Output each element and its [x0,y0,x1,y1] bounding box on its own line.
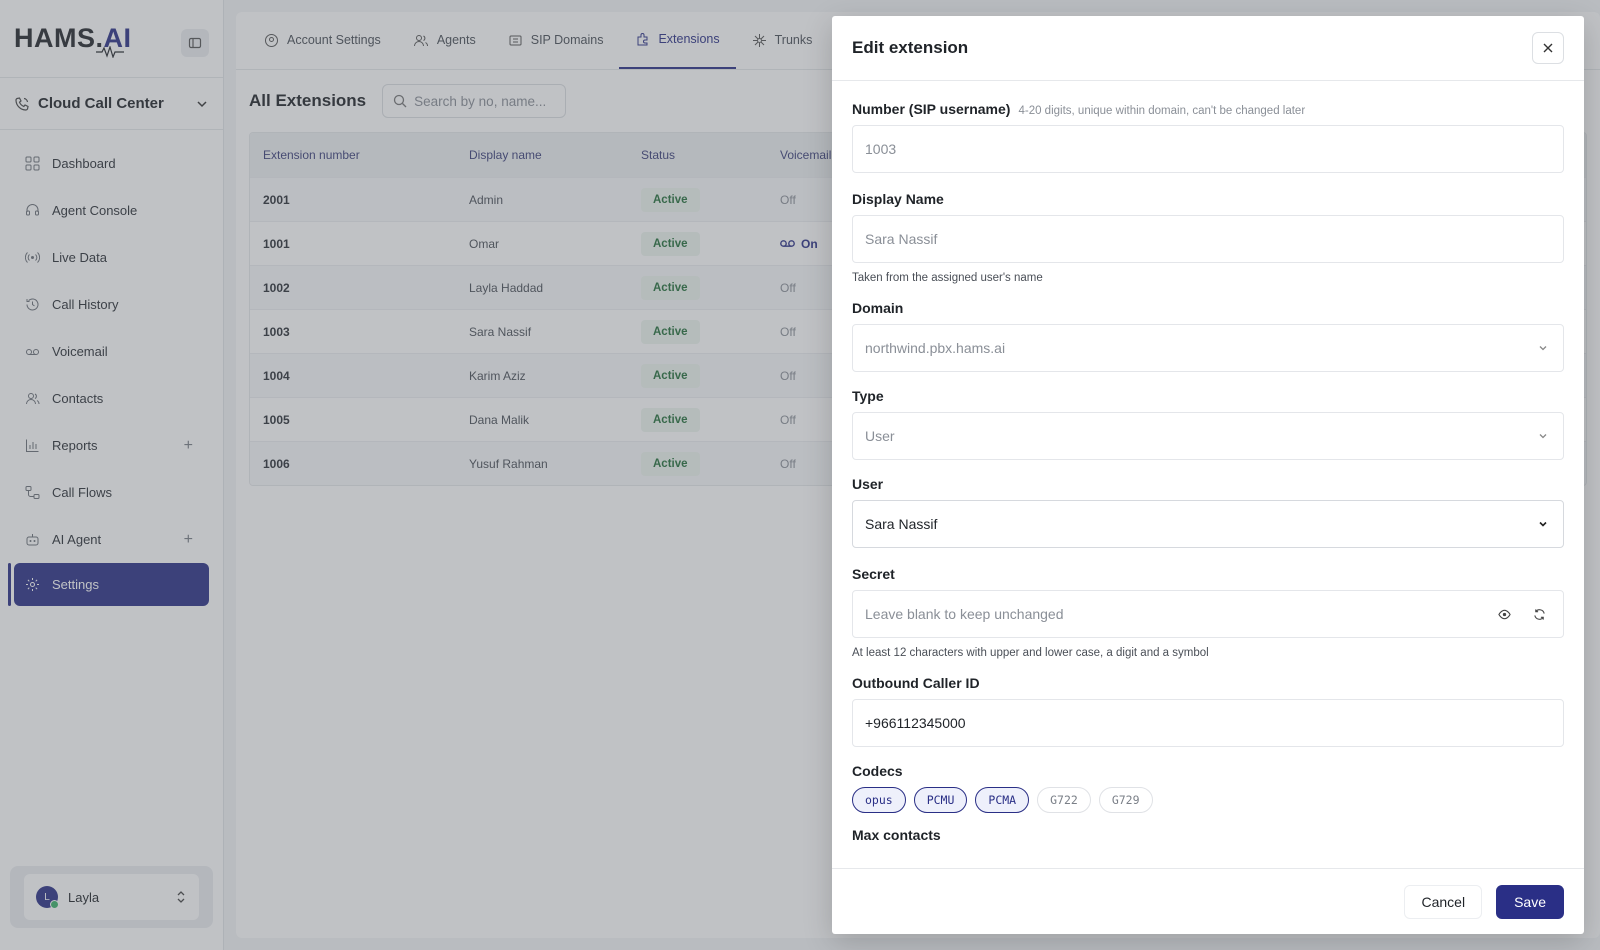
caller-id-field[interactable]: +966112345000 [852,699,1564,747]
user-value: Sara Nassif [865,516,938,532]
type-label: Type [852,388,884,404]
display-name-label: Display Name [852,191,944,207]
type-field-group: Type User [852,388,1564,460]
caller-id-field-group: Outbound Caller ID +966112345000 [852,675,1564,747]
number-field-group: Number (SIP username) 4-20 digits, uniqu… [852,101,1564,173]
save-button[interactable]: Save [1496,884,1564,919]
number-hint: 4-20 digits, unique within domain, can't… [1018,105,1306,117]
caller-id-label: Outbound Caller ID [852,675,980,691]
max-contacts-field-group: Max contacts [852,827,1564,843]
display-name-field: Sara Nassif [852,215,1564,263]
display-name-field-group: Display Name Sara Nassif Taken from the … [852,191,1564,284]
codec-chip-pcmu[interactable]: PCMU [913,787,968,813]
type-select[interactable]: User [852,412,1564,460]
user-field-group: User Sara Nassif [852,476,1564,548]
edit-extension-drawer: Edit extension Number (SIP username) 4-2… [832,16,1584,934]
eye-icon[interactable] [1498,608,1511,621]
close-icon [1543,43,1553,53]
codec-chip-pcma[interactable]: PCMA [975,787,1030,813]
chevron-down-icon [1539,346,1547,351]
domain-select[interactable]: northwind.pbx.hams.ai [852,324,1564,372]
number-value: 1003 [865,141,897,157]
max-contacts-label: Max contacts [852,827,941,843]
domain-field-group: Domain northwind.pbx.hams.ai [852,300,1564,372]
drawer-form: Number (SIP username) 4-20 digits, uniqu… [832,81,1584,868]
codecs-list: opus PCMU PCMA G722 G729 [852,787,1564,813]
secret-placeholder: Leave blank to keep unchanged [865,606,1064,622]
cancel-button[interactable]: Cancel [1404,884,1483,919]
type-value: User [865,428,895,444]
display-name-value: Sara Nassif [865,231,938,247]
drawer-title: Edit extension [852,38,969,57]
codecs-label: Codecs [852,763,903,779]
number-field: 1003 [852,125,1564,173]
codec-chip-opus[interactable]: opus [852,787,906,813]
chevron-down-icon [1539,521,1547,527]
domain-label: Domain [852,300,904,316]
user-label: User [852,476,884,492]
regenerate-icon[interactable] [1533,608,1546,621]
caller-id-value: +966112345000 [865,715,966,731]
codecs-field-group: Codecs opus PCMU PCMA G722 G729 [852,763,1564,813]
codec-chip-g729[interactable]: G729 [1098,787,1153,813]
secret-field-group: Secret Leave blank to keep unchanged At … [852,566,1564,659]
secret-help: At least 12 characters with upper and lo… [852,647,1209,659]
secret-label: Secret [852,566,895,582]
drawer-footer: Cancel Save [832,868,1584,934]
number-label: Number (SIP username) 4-20 digits, uniqu… [852,101,1564,117]
drawer-header: Edit extension [832,16,1584,81]
codec-chip-g722[interactable]: G722 [1037,787,1091,813]
user-select[interactable]: Sara Nassif [852,500,1564,548]
display-name-help: Taken from the assigned user's name [852,272,1043,284]
domain-value: northwind.pbx.hams.ai [865,340,1006,356]
number-label-text: Number (SIP username) [852,101,1011,117]
secret-field[interactable]: Leave blank to keep unchanged [852,590,1564,638]
close-button[interactable] [1532,32,1564,64]
chevron-down-icon [1539,434,1547,439]
